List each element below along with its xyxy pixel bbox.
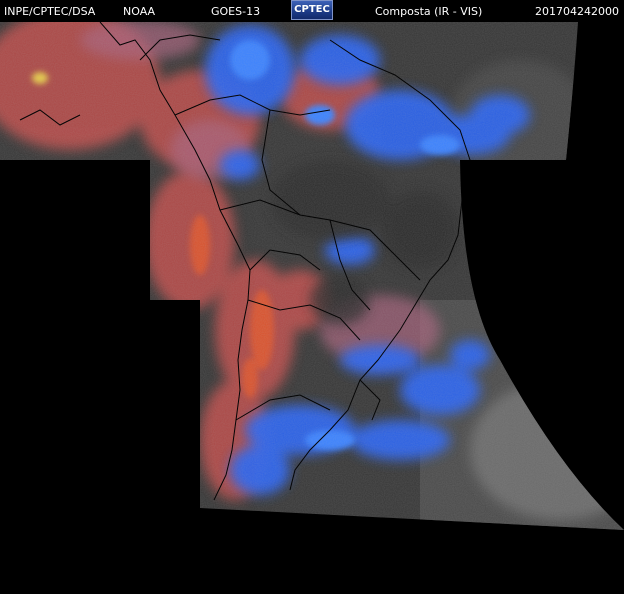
cptec-logo: CPTEC <box>291 0 333 20</box>
agency-label: NOAA <box>123 5 156 18</box>
timestamp-label: 201704242000 <box>535 5 619 18</box>
header-bar: INPE/CPTEC/DSA NOAA GOES-13 CPTEC Compos… <box>0 0 624 22</box>
satellite-composite-image <box>0 22 624 530</box>
satellite-label: GOES-13 <box>211 5 261 18</box>
org-label: INPE/CPTEC/DSA <box>4 5 96 18</box>
product-label: Composta (IR - VIS) <box>375 5 483 18</box>
